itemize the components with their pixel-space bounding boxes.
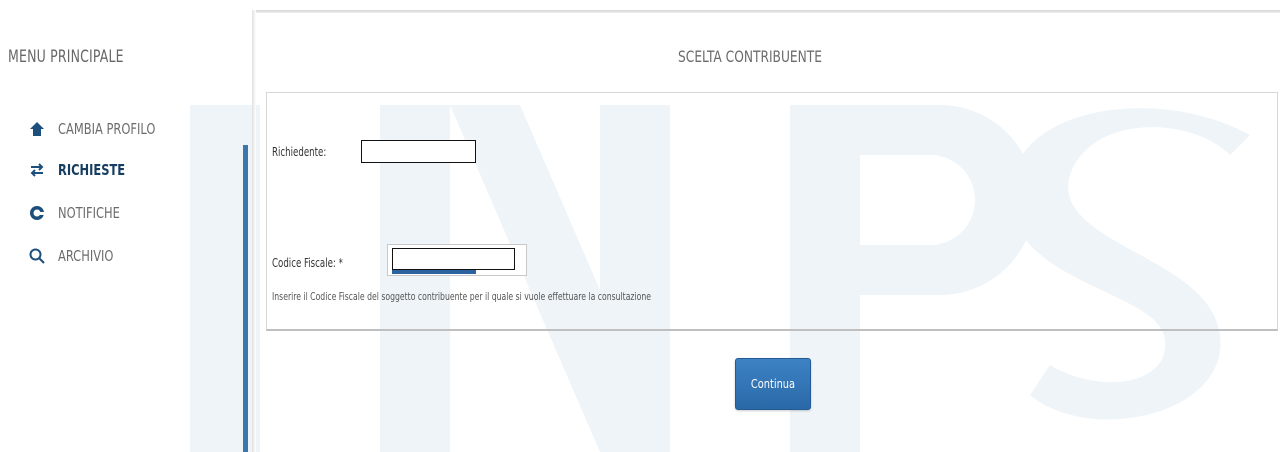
continue-button[interactable]: Continua xyxy=(735,358,811,410)
sidebar-item-archivio[interactable]: ARCHIVIO xyxy=(28,243,123,269)
page-title: SCELTA CONTRIBUENTE xyxy=(678,47,822,66)
sidebar-item-label: NOTIFICHE xyxy=(58,204,120,222)
sidebar-active-bar xyxy=(243,145,248,452)
home-icon xyxy=(28,120,46,138)
swap-arrows-icon xyxy=(28,161,46,179)
content-top-border xyxy=(252,10,1280,13)
richiedente-label: Richiedente: xyxy=(272,145,327,159)
continue-button-label: Continua xyxy=(750,377,796,391)
content-left-border xyxy=(252,10,256,452)
codice-fiscale-input[interactable] xyxy=(392,248,515,270)
field-hint: Inserire il Codice Fiscale del soggetto … xyxy=(272,290,651,303)
codice-fiscale-label: Codice Fiscale: * xyxy=(272,256,343,270)
input-focus-underline xyxy=(392,270,476,274)
sidebar-item-label: CAMBIA PROFILO xyxy=(58,120,156,138)
sidebar: MENU PRINCIPALE CAMBIA PROFILO RICHIESTE… xyxy=(0,0,250,452)
sidebar-item-richieste[interactable]: RICHIESTE xyxy=(28,157,137,183)
sidebar-item-label: ARCHIVIO xyxy=(58,247,114,265)
bell-icon xyxy=(28,204,46,222)
search-icon xyxy=(28,247,46,265)
sidebar-item-label: RICHIESTE xyxy=(58,161,126,179)
sidebar-item-cambia-profilo[interactable]: CAMBIA PROFILO xyxy=(28,116,173,142)
menu-title: MENU PRINCIPALE xyxy=(8,47,124,67)
richiedente-field xyxy=(361,140,476,163)
sidebar-item-notifiche[interactable]: NOTIFICHE xyxy=(28,200,131,226)
